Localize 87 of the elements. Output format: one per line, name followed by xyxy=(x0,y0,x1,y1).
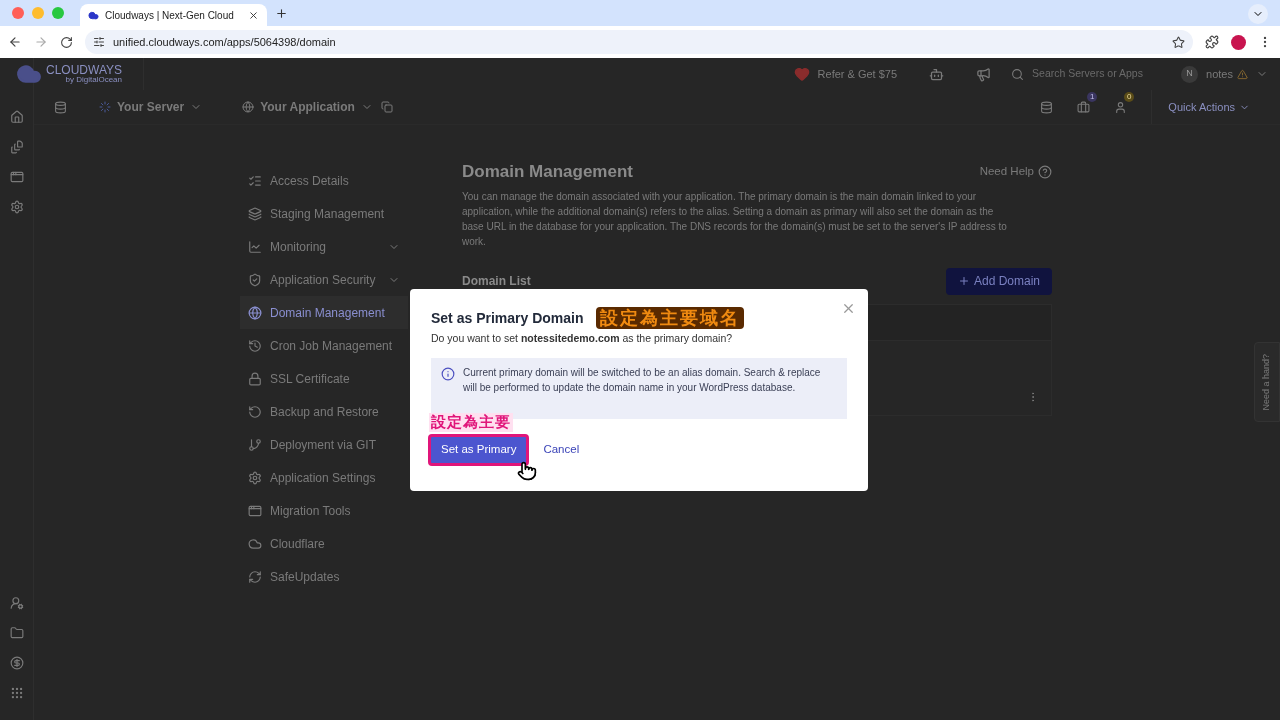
page-title: Domain Management xyxy=(462,161,633,183)
annotation-callout: 設定為主要 xyxy=(429,412,513,432)
address-bar[interactable]: unified.cloudways.com/apps/5064398/domain xyxy=(85,30,1193,54)
sidebar-item[interactable]: Access Details xyxy=(240,164,408,197)
help-icon[interactable] xyxy=(1038,164,1052,179)
new-tab-icon[interactable] xyxy=(274,7,288,20)
nav-icon xyxy=(248,470,262,485)
user-icon[interactable] xyxy=(1114,100,1128,114)
logo-text: CLOUDWAYS xyxy=(46,64,122,76)
warning-icon xyxy=(1237,68,1248,80)
robot-icon[interactable] xyxy=(929,66,945,82)
hand-cursor-icon xyxy=(517,460,537,481)
nav-icon xyxy=(248,503,262,518)
refer-link[interactable]: Refer & Get $75 xyxy=(817,65,898,83)
forward-icon[interactable] xyxy=(34,35,48,49)
sidebar-item[interactable]: Cloudflare xyxy=(240,527,408,560)
sidebar-item[interactable]: Monitoring xyxy=(240,230,408,263)
annotation-callout: 設定為主要域名 xyxy=(595,307,744,329)
dollar-icon[interactable] xyxy=(9,656,24,670)
info-icon xyxy=(441,366,455,381)
nav-icon xyxy=(248,239,262,254)
sidebar-item[interactable]: Cron Job Management xyxy=(240,329,408,362)
settings-icon[interactable] xyxy=(9,200,24,214)
dialog-question: Do you want to set notessitedemo.com as the primary domain? xyxy=(431,331,734,346)
server-status-icon xyxy=(99,101,111,113)
user-name[interactable]: notes xyxy=(1206,65,1233,83)
sidebar-item[interactable]: Migration Tools xyxy=(240,494,408,527)
tab-title: Cloudways | Next-Gen Cloud xyxy=(105,8,234,23)
search-icon xyxy=(1011,67,1025,81)
domain-list-heading: Domain List xyxy=(462,273,531,291)
reload-icon[interactable] xyxy=(60,35,73,49)
back-icon[interactable] xyxy=(8,35,22,49)
nav-icon xyxy=(248,272,262,287)
server-selector[interactable]: Your Server xyxy=(99,98,203,116)
profile-avatar[interactable] xyxy=(1231,34,1246,50)
sidebar-item[interactable]: SSL Certificate xyxy=(240,362,408,395)
bookmark-star-icon[interactable] xyxy=(1172,35,1185,49)
dialog-title: Set as Primary Domain xyxy=(431,308,584,328)
count-badge: 0 xyxy=(1123,91,1135,102)
browser-tab[interactable]: Cloudways | Next-Gen Cloud xyxy=(80,4,267,26)
sidebar-item[interactable]: Deployment via GIT xyxy=(240,428,408,461)
home-icon[interactable] xyxy=(9,110,24,124)
nav-icon xyxy=(248,536,262,551)
heart-icon xyxy=(793,66,810,82)
copy-icon[interactable] xyxy=(380,101,393,113)
set-as-primary-button[interactable]: Set as Primary xyxy=(428,433,530,466)
need-help-link[interactable]: Need Help xyxy=(979,163,1034,181)
nav-icon xyxy=(248,206,262,221)
nav-icon xyxy=(248,371,262,386)
application-selector[interactable]: Your Application xyxy=(242,98,373,116)
folder-icon[interactable] xyxy=(9,626,24,640)
nav-icon xyxy=(248,437,262,452)
quick-actions-button[interactable]: Quick Actions xyxy=(1151,90,1250,124)
nav-icon xyxy=(248,305,262,320)
site-settings-icon[interactable] xyxy=(93,36,105,48)
add-domain-button[interactable]: Add Domain xyxy=(945,267,1052,295)
servers-icon[interactable] xyxy=(1040,100,1054,114)
briefcase-icon[interactable] xyxy=(1077,100,1091,114)
sidebar-item[interactable]: Application Settings xyxy=(240,461,408,494)
sidebar-item[interactable]: Backup and Restore xyxy=(240,395,408,428)
logo-subtitle: by DigitalOcean xyxy=(65,76,122,84)
url-text: unified.cloudways.com/apps/5064398/domain xyxy=(113,34,336,50)
cloud-icon xyxy=(88,9,99,21)
window-icon[interactable] xyxy=(9,170,24,184)
count-badge: 1 xyxy=(1086,91,1098,102)
nav-icon xyxy=(248,338,262,353)
sidebar-item[interactable]: Staging Management xyxy=(240,197,408,230)
server-list-icon[interactable] xyxy=(54,100,67,114)
nav-icon xyxy=(248,569,262,584)
nav-icon xyxy=(248,173,262,188)
plus-icon xyxy=(957,275,970,288)
cancel-button[interactable]: Cancel xyxy=(543,441,580,459)
sidebar-item[interactable]: Domain Management xyxy=(240,296,408,329)
nav-icon xyxy=(248,404,262,419)
megaphone-icon[interactable] xyxy=(976,66,992,82)
extensions-icon[interactable] xyxy=(1205,35,1219,49)
need-a-hand-tab[interactable]: Need a hand? xyxy=(1254,342,1280,422)
user-avatar[interactable]: N xyxy=(1181,65,1199,83)
close-icon[interactable] xyxy=(247,9,259,21)
info-text: Current primary domain will be switched to be an alias domain. Search & replace will be performed to update the domain name in your WordPress database. xyxy=(463,365,822,395)
sidebar-item[interactable]: Application Security xyxy=(240,263,408,296)
files-icon[interactable] xyxy=(9,140,24,154)
page-description: You can manage the domain associated with your application. The primary domain is the main domain linked to your application, while the additional domain(s) refers to the alias. Setting a domain as primary will also set the domain as the base URL in the database for your application. The DNS records for the domain(s) must be set to the server's IP address to work. xyxy=(462,189,1008,250)
apps-grid-icon[interactable] xyxy=(9,686,24,700)
search-field[interactable]: Search Servers or Apps xyxy=(1011,66,1162,82)
tab-list-button[interactable] xyxy=(1248,4,1268,24)
sidebar-item[interactable]: SafeUpdates xyxy=(240,560,408,593)
